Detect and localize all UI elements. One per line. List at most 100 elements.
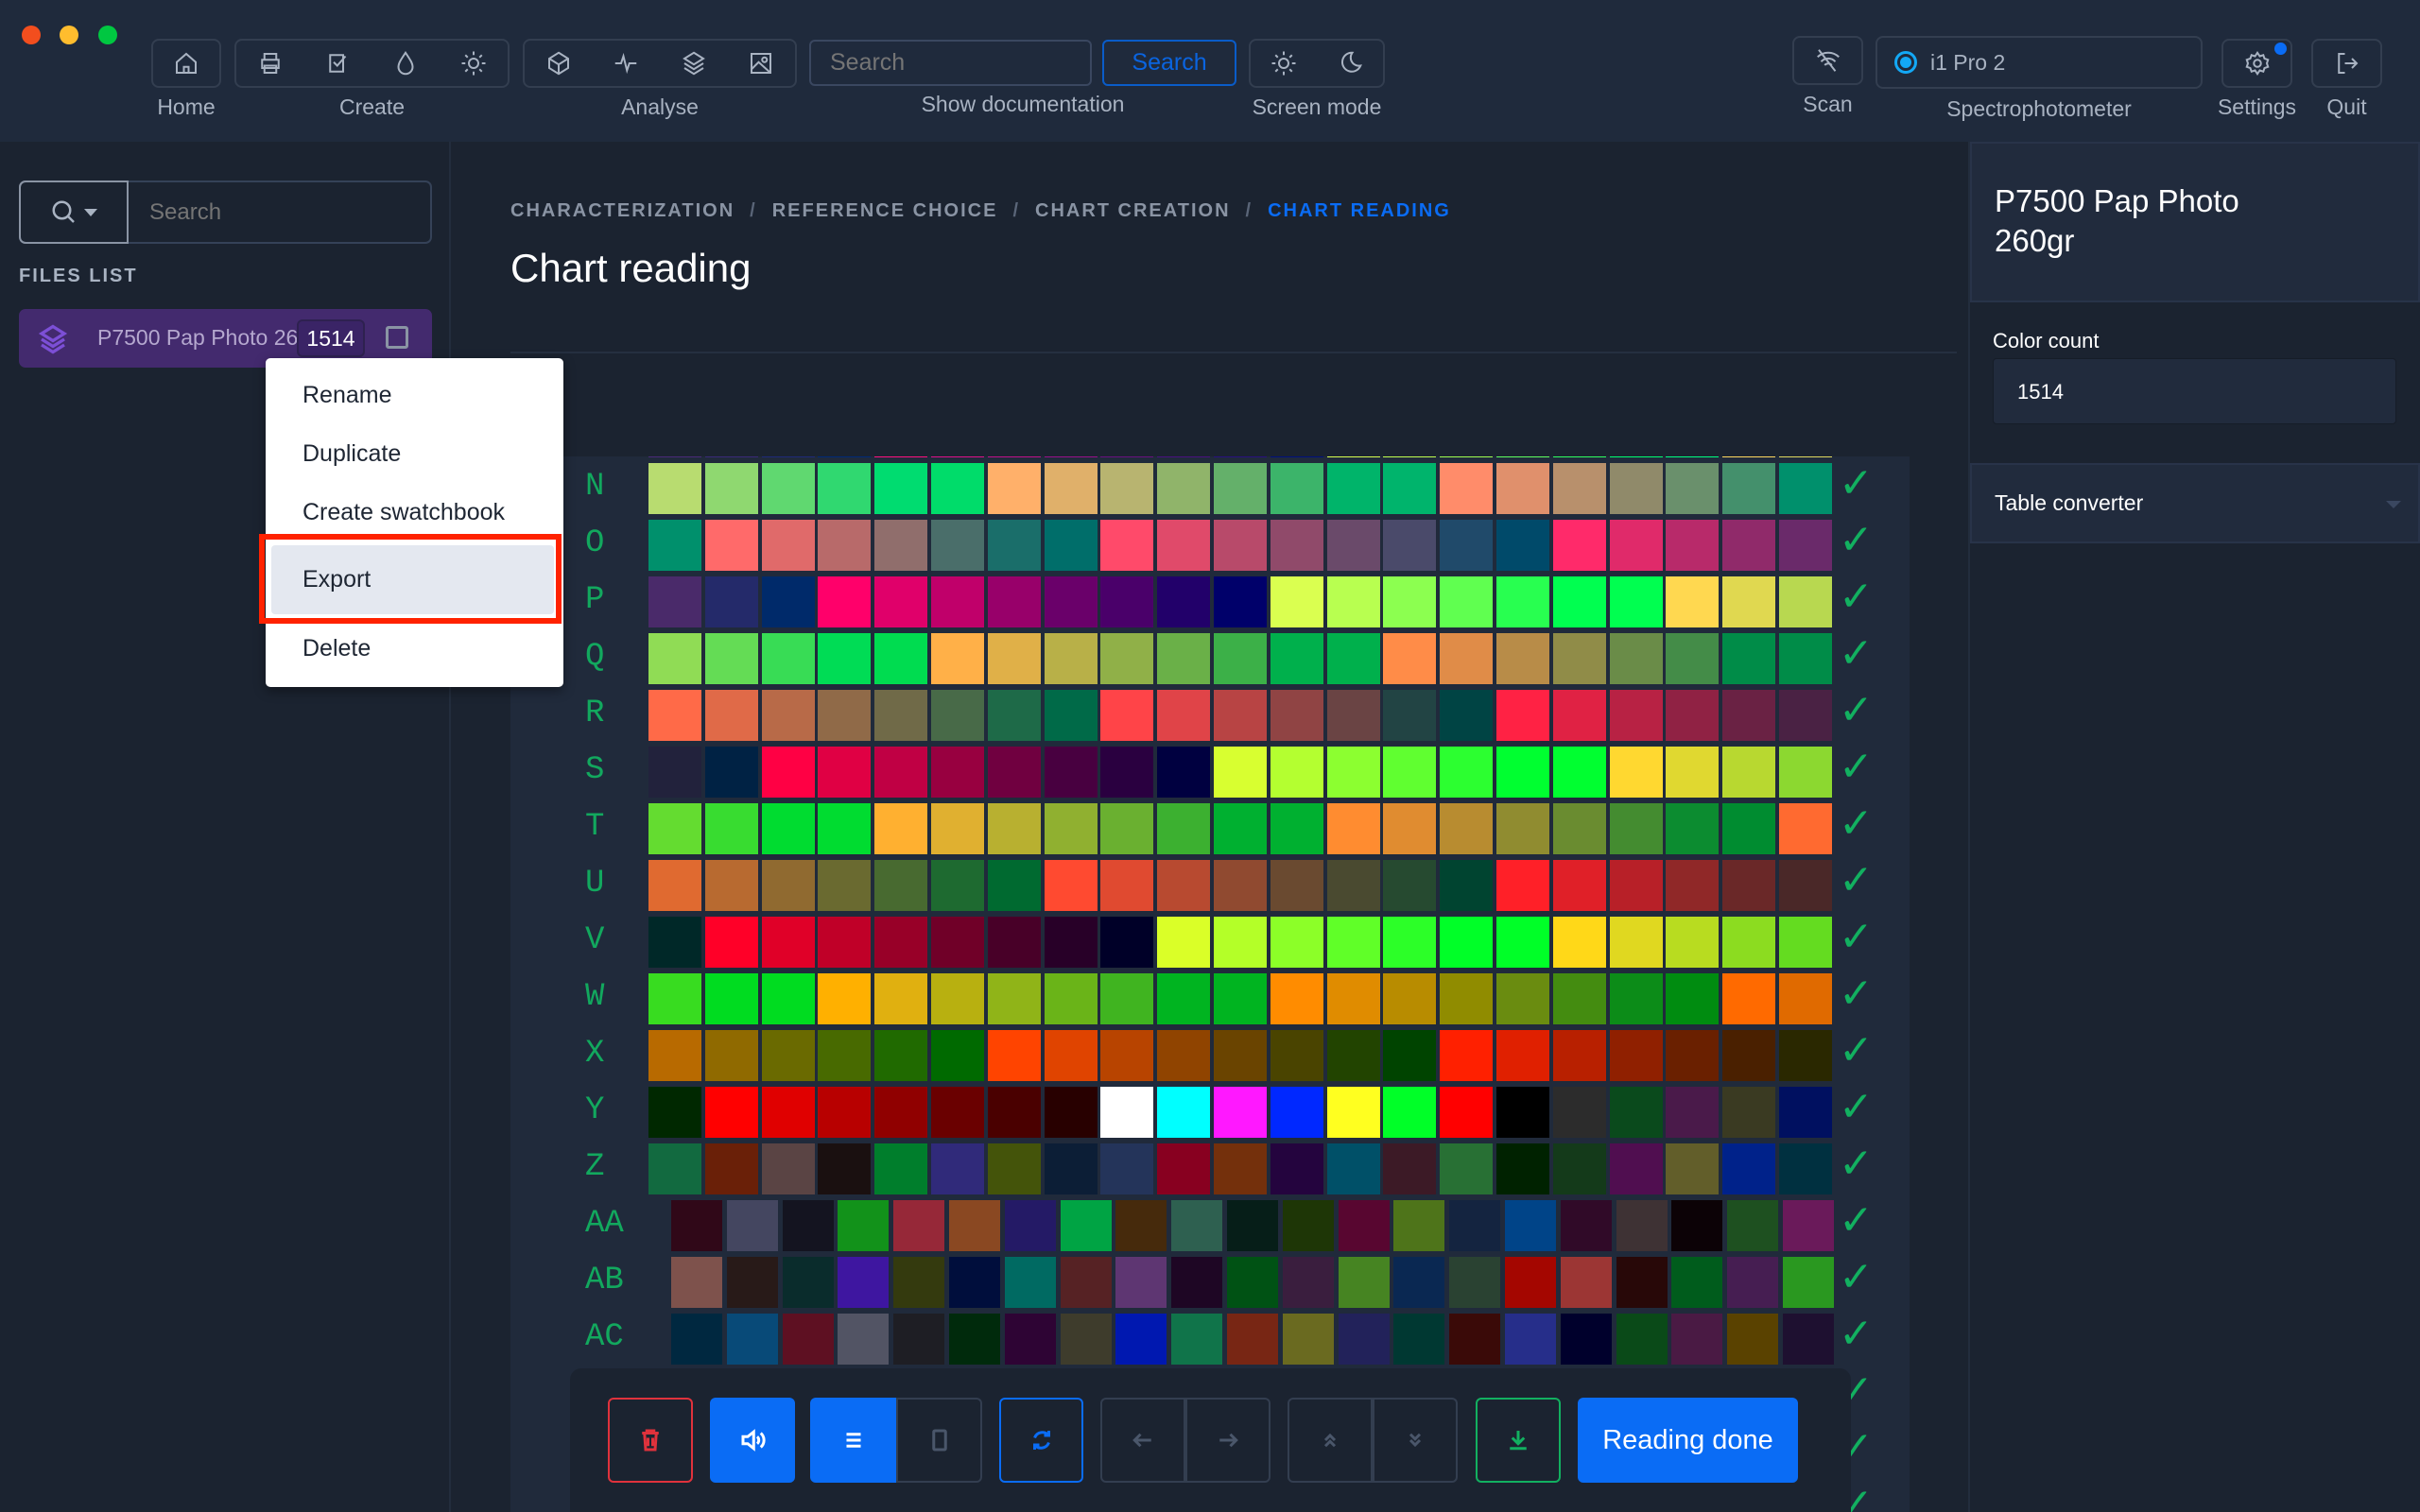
color-patch[interactable]: [1171, 1200, 1223, 1251]
image-icon[interactable]: [747, 49, 775, 77]
light-mode-icon[interactable]: [1270, 49, 1298, 77]
color-patch[interactable]: [874, 463, 928, 514]
color-patch[interactable]: [1100, 860, 1154, 911]
color-patch[interactable]: [1722, 463, 1776, 514]
row-up-button[interactable]: [1288, 1398, 1373, 1483]
color-patch[interactable]: [1100, 973, 1154, 1024]
color-patch[interactable]: [1270, 803, 1323, 854]
color-patch[interactable]: [1270, 747, 1323, 798]
color-patch[interactable]: [1722, 1030, 1776, 1081]
color-patch[interactable]: [1393, 1257, 1445, 1308]
color-patch[interactable]: [1449, 1257, 1501, 1308]
color-patch[interactable]: [1214, 917, 1267, 968]
color-patch[interactable]: [1157, 860, 1211, 911]
color-patch[interactable]: [782, 1257, 834, 1308]
color-patch[interactable]: [1157, 917, 1211, 968]
color-patch[interactable]: [1496, 1143, 1549, 1194]
color-patch[interactable]: [987, 463, 1041, 514]
color-patch[interactable]: [1722, 860, 1776, 911]
color-patch[interactable]: [1722, 520, 1776, 571]
color-patch[interactable]: [1157, 973, 1211, 1024]
documentation-search-button[interactable]: Search: [1102, 40, 1236, 86]
color-patch[interactable]: [1282, 1257, 1334, 1308]
color-patch[interactable]: [1214, 1087, 1267, 1138]
row-down-button[interactable]: [1373, 1398, 1458, 1483]
color-patch[interactable]: [1326, 520, 1380, 571]
color-patch[interactable]: [1044, 917, 1098, 968]
color-patch[interactable]: [1270, 463, 1323, 514]
color-patch[interactable]: [1270, 690, 1323, 741]
refresh-button[interactable]: [999, 1398, 1083, 1483]
color-patch[interactable]: [1157, 633, 1211, 684]
color-patch[interactable]: [1044, 633, 1098, 684]
color-patch[interactable]: [1393, 1200, 1445, 1251]
color-patch[interactable]: [1326, 1087, 1380, 1138]
color-patch[interactable]: [931, 1030, 984, 1081]
color-patch[interactable]: [726, 1257, 778, 1308]
color-patch[interactable]: [893, 1314, 945, 1365]
home-button[interactable]: [151, 39, 221, 88]
color-patch[interactable]: [1270, 1143, 1323, 1194]
color-patch[interactable]: [1616, 1314, 1668, 1365]
color-patch[interactable]: [1609, 463, 1663, 514]
color-patch[interactable]: [671, 1314, 722, 1365]
color-patch[interactable]: [1044, 456, 1098, 457]
color-patch[interactable]: [1560, 1314, 1612, 1365]
sun-icon[interactable]: [459, 49, 488, 77]
color-patch[interactable]: [1671, 1314, 1723, 1365]
color-patch[interactable]: [1496, 463, 1549, 514]
color-patch[interactable]: [1044, 1143, 1098, 1194]
color-patch[interactable]: [1270, 917, 1323, 968]
color-patch[interactable]: [1722, 973, 1776, 1024]
color-patch[interactable]: [1440, 803, 1494, 854]
color-patch[interactable]: [1440, 1087, 1494, 1138]
color-patch[interactable]: [1440, 973, 1494, 1024]
color-patch[interactable]: [1393, 1314, 1445, 1365]
breadcrumb-reference-choice[interactable]: REFERENCE CHOICE: [772, 200, 998, 222]
previous-button[interactable]: [1100, 1398, 1185, 1483]
menu-item-delete[interactable]: Delete: [266, 635, 563, 662]
color-patch[interactable]: [1270, 576, 1323, 627]
color-patch[interactable]: [818, 690, 872, 741]
color-patch[interactable]: [874, 1030, 928, 1081]
color-patch[interactable]: [1157, 690, 1211, 741]
color-patch[interactable]: [1779, 1143, 1832, 1194]
color-patch[interactable]: [1666, 803, 1720, 854]
color-patch[interactable]: [761, 456, 815, 457]
file-search-input[interactable]: [130, 182, 428, 242]
color-patch[interactable]: [1609, 1030, 1663, 1081]
color-patch[interactable]: [1552, 973, 1606, 1024]
color-patch[interactable]: [1783, 1257, 1834, 1308]
color-patch[interactable]: [1326, 1030, 1380, 1081]
reading-done-button[interactable]: Reading done: [1578, 1398, 1798, 1483]
color-patch[interactable]: [1722, 633, 1776, 684]
color-patch[interactable]: [1214, 633, 1267, 684]
color-patch[interactable]: [987, 633, 1041, 684]
color-patch[interactable]: [1157, 520, 1211, 571]
color-patch[interactable]: [1560, 1257, 1612, 1308]
color-patch[interactable]: [931, 803, 984, 854]
color-patch[interactable]: [761, 973, 815, 1024]
color-patch[interactable]: [874, 747, 928, 798]
color-patch[interactable]: [987, 973, 1041, 1024]
color-patch[interactable]: [1440, 690, 1494, 741]
color-patch[interactable]: [761, 633, 815, 684]
color-patch[interactable]: [931, 747, 984, 798]
color-patch[interactable]: [1779, 860, 1832, 911]
breadcrumb-characterization[interactable]: CHARACTERIZATION: [510, 200, 735, 222]
window-maximize-button[interactable]: [98, 26, 117, 44]
color-patch[interactable]: [949, 1314, 1000, 1365]
color-patch[interactable]: [1383, 1143, 1437, 1194]
color-patch[interactable]: [1616, 1257, 1668, 1308]
color-patch[interactable]: [893, 1257, 945, 1308]
color-patch[interactable]: [1609, 520, 1663, 571]
color-patch[interactable]: [1100, 463, 1154, 514]
color-patch[interactable]: [1666, 576, 1720, 627]
color-patch[interactable]: [1044, 576, 1098, 627]
color-patch[interactable]: [818, 463, 872, 514]
color-patch[interactable]: [987, 690, 1041, 741]
color-patch[interactable]: [1282, 1314, 1334, 1365]
color-patch[interactable]: [761, 860, 815, 911]
color-patch[interactable]: [1440, 463, 1494, 514]
color-patch[interactable]: [1722, 803, 1776, 854]
